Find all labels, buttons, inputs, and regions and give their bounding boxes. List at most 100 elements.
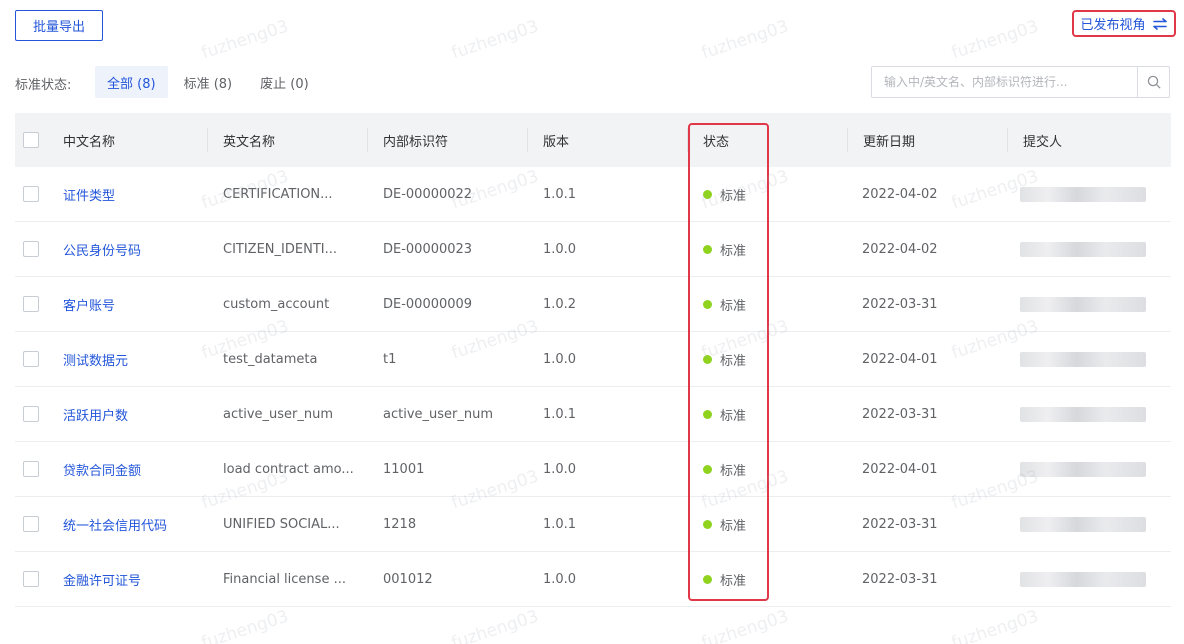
cn-name-link[interactable]: 客户账号 [63, 277, 213, 332]
row-checkbox[interactable] [23, 406, 39, 422]
table-row: 金融许可证号 Financial license ... 001012 1.0.0 标准… [15, 552, 1171, 607]
row-checkbox[interactable] [23, 296, 39, 312]
column-header-submitter: 提交人 [1023, 134, 1063, 150]
cn-name-link[interactable]: 统一社会信用代码 [63, 497, 213, 552]
status-label: 标准 [720, 464, 747, 479]
table-row: 贷款合同金额 load contract amo... 11001 1.0.0 标准 20… [15, 442, 1171, 497]
internal-id-cell: 001012 [383, 572, 433, 587]
row-checkbox[interactable] [23, 461, 39, 477]
column-header-update-date: 更新日期 [863, 134, 916, 150]
filter-label: 标准状态: [15, 78, 72, 93]
en-name-cell: CERTIFICATION... [223, 187, 333, 202]
version-cell: 1.0.1 [543, 517, 577, 532]
column-divider [847, 128, 848, 152]
en-name-cell: load contract amo... [223, 462, 354, 477]
search-icon [1147, 75, 1160, 89]
status-dot-icon [703, 410, 712, 419]
status-cell: 标准 [703, 277, 823, 332]
update-date-cell: 2022-03-31 [862, 517, 938, 532]
internal-id-cell: DE-00000009 [383, 297, 473, 312]
row-checkbox[interactable] [23, 516, 39, 532]
internal-id-cell: DE-00000023 [383, 242, 473, 257]
view-switch-label: 已发布视角 [1080, 18, 1146, 33]
update-date-cell: 2022-04-01 [862, 462, 938, 477]
version-cell: 1.0.0 [543, 462, 577, 477]
table-row: 统一社会信用代码 UNIFIED SOCIAL... 1218 1.0.1 标准 2022… [15, 497, 1171, 552]
column-divider [687, 128, 688, 152]
table-body: 证件类型 CERTIFICATION... DE-00000022 1.0.1 标准 20… [15, 167, 1171, 607]
submitter-blurred [1020, 242, 1146, 257]
watermark-text: fuzheng03 [199, 16, 292, 64]
watermark-text: fuzheng03 [699, 606, 792, 644]
batch-export-button[interactable]: 批量导出 [15, 10, 103, 41]
status-cell: 标准 [703, 442, 823, 497]
watermark-text: fuzheng03 [449, 606, 542, 644]
submitter-blurred [1020, 462, 1146, 477]
status-cell: 标准 [703, 387, 823, 442]
update-date-cell: 2022-03-31 [862, 407, 938, 422]
cn-name-link[interactable]: 公民身份号码 [63, 222, 213, 277]
status-cell: 标准 [703, 222, 823, 277]
status-dot-icon [703, 575, 712, 584]
column-divider [367, 128, 368, 152]
table-row: 客户账号 custom_account DE-00000009 1.0.2 标准 2022… [15, 277, 1171, 332]
filter-tab-all[interactable]: 全部 (8) [95, 66, 168, 98]
row-checkbox[interactable] [23, 241, 39, 257]
status-cell: 标准 [703, 552, 823, 607]
submitter-blurred [1020, 517, 1146, 532]
table-row: 证件类型 CERTIFICATION... DE-00000022 1.0.1 标准 20… [15, 167, 1171, 222]
column-header-en-name: 英文名称 [223, 134, 276, 150]
cn-name-link[interactable]: 活跃用户数 [63, 387, 213, 442]
cn-name-link[interactable]: 贷款合同金额 [63, 442, 213, 497]
cn-name-link[interactable]: 测试数据元 [63, 332, 213, 387]
status-dot-icon [703, 520, 712, 529]
row-checkbox[interactable] [23, 571, 39, 587]
version-cell: 1.0.1 [543, 407, 577, 422]
status-cell: 标准 [703, 332, 823, 387]
table-row: 活跃用户数 active_user_num active_user_num 1.0.1… [15, 387, 1171, 442]
update-date-cell: 2022-03-31 [862, 572, 938, 587]
version-cell: 1.0.0 [543, 572, 577, 587]
status-label: 标准 [720, 519, 747, 534]
version-cell: 1.0.0 [543, 352, 577, 367]
submitter-blurred [1020, 572, 1146, 587]
row-checkbox[interactable] [23, 351, 39, 367]
published-view-switch[interactable]: 已发布视角 [1072, 10, 1176, 37]
submitter-blurred [1020, 297, 1146, 312]
row-checkbox[interactable] [23, 186, 39, 202]
search-button[interactable] [1137, 67, 1169, 97]
status-dot-icon [703, 190, 712, 199]
status-dot-icon [703, 300, 712, 309]
internal-id-cell: DE-00000022 [383, 187, 473, 202]
data-element-table: 中文名称 英文名称 内部标识符 版本 状态 更新日期 提交人 证件类型 CERTI… [15, 113, 1171, 607]
internal-id-cell: 11001 [383, 462, 425, 477]
status-label: 标准 [720, 244, 747, 259]
search-input[interactable] [872, 67, 1137, 97]
status-dot-icon [703, 245, 712, 254]
status-filter-tabs: 全部 (8) 标准 (8) 废止 (0) [95, 66, 321, 98]
submitter-blurred [1020, 407, 1146, 422]
cn-name-link[interactable]: 金融许可证号 [63, 552, 213, 607]
internal-id-cell: t1 [383, 352, 397, 367]
en-name-cell: custom_account [223, 297, 330, 312]
table-header: 中文名称 英文名称 内部标识符 版本 状态 更新日期 提交人 [15, 113, 1171, 167]
filter-tab-deprecated[interactable]: 废止 (0) [248, 66, 321, 98]
status-cell: 标准 [703, 167, 823, 222]
submitter-blurred [1020, 352, 1146, 367]
update-date-cell: 2022-03-31 [862, 297, 938, 312]
en-name-cell: Financial license ... [223, 572, 346, 587]
status-dot-icon [703, 465, 712, 474]
search-box [871, 66, 1170, 98]
en-name-cell: test_datameta [223, 352, 318, 367]
filter-tab-standard[interactable]: 标准 (8) [172, 66, 245, 98]
select-all-checkbox[interactable] [23, 132, 39, 148]
swap-arrows-icon [1152, 17, 1167, 30]
status-label: 标准 [720, 189, 747, 204]
status-label: 标准 [720, 299, 747, 314]
update-date-cell: 2022-04-01 [862, 352, 938, 367]
column-divider [207, 128, 208, 152]
watermark-text: fuzheng03 [199, 606, 292, 644]
watermark-text: fuzheng03 [949, 606, 1042, 644]
version-cell: 1.0.1 [543, 187, 577, 202]
cn-name-link[interactable]: 证件类型 [63, 167, 213, 222]
